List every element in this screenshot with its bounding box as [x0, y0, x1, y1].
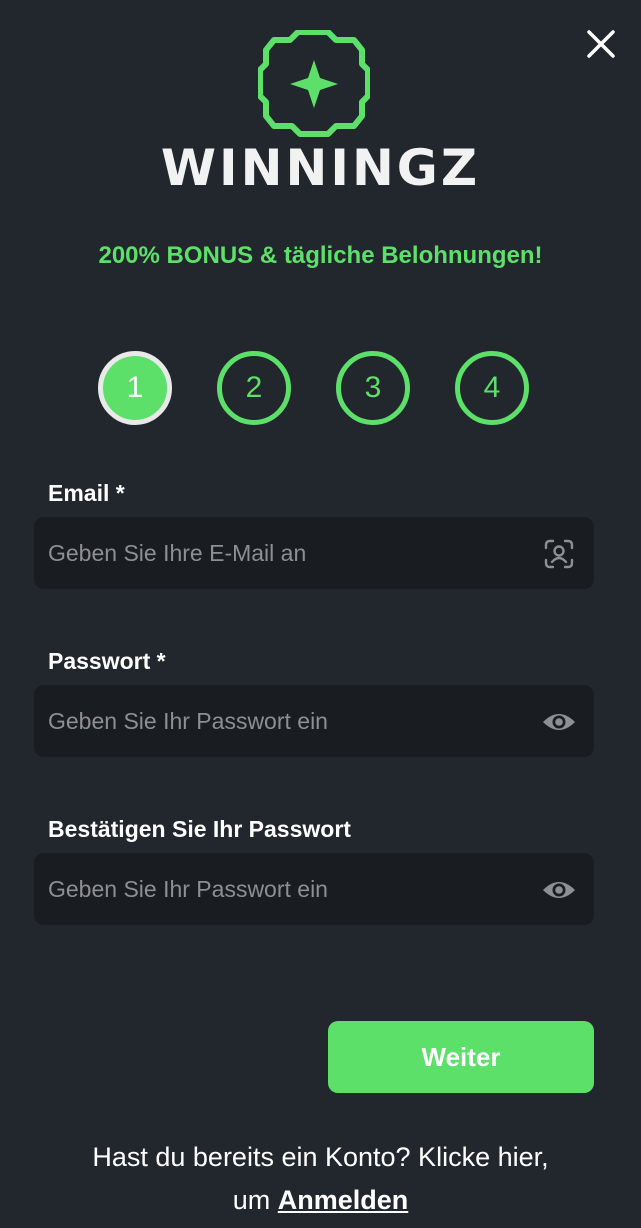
email-label: Email *: [48, 480, 125, 506]
confirm-password-field-container: [34, 853, 594, 925]
eye-icon[interactable]: [542, 705, 576, 739]
login-prompt-line1: Hast du bereits ein Konto? Klicke hier,: [92, 1142, 549, 1172]
login-prompt-prefix: um: [232, 1185, 278, 1215]
login-link[interactable]: Anmelden: [278, 1185, 409, 1215]
password-field-container: [34, 685, 594, 757]
password-input[interactable]: [48, 685, 518, 757]
user-scan-icon: [542, 537, 576, 571]
eye-icon[interactable]: [542, 873, 576, 907]
step-4[interactable]: 4: [455, 351, 529, 425]
password-label: Passwort *: [48, 648, 166, 674]
email-field-container: [34, 517, 594, 589]
confirm-password-input[interactable]: [48, 853, 518, 925]
login-prompt-line2: um Anmelden: [0, 1179, 641, 1222]
email-input[interactable]: [48, 517, 518, 589]
step-1[interactable]: 1: [98, 351, 172, 425]
step-2[interactable]: 2: [217, 351, 291, 425]
login-prompt: Hast du bereits ein Konto? Klicke hier, …: [0, 1136, 641, 1222]
brand-name: WINNINGZ: [160, 139, 481, 197]
clover-star-icon: [257, 29, 371, 137]
close-button[interactable]: [584, 27, 618, 61]
bonus-tagline: 200% BONUS & tägliche Belohnungen!: [98, 242, 543, 269]
step-indicator: 1 2 3 4: [98, 351, 532, 425]
step-3[interactable]: 3: [336, 351, 410, 425]
close-icon: [587, 30, 615, 58]
brand-logo: [257, 29, 371, 138]
next-button[interactable]: Weiter: [328, 1021, 594, 1093]
confirm-password-label: Bestätigen Sie Ihr Passwort: [48, 816, 351, 842]
